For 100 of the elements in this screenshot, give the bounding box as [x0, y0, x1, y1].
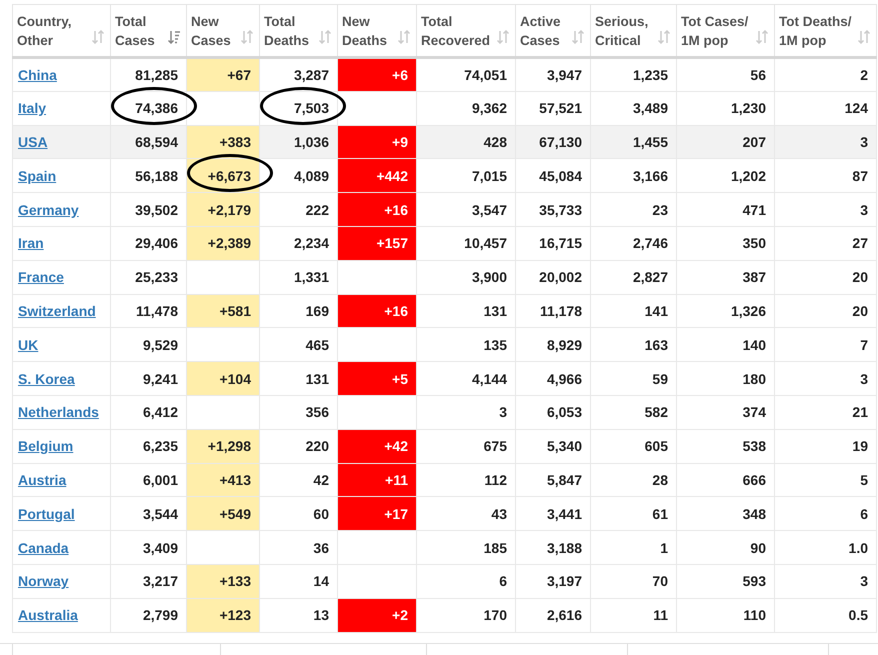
table-cell: 3,547 [416, 192, 516, 226]
country-link[interactable]: UK [18, 336, 38, 353]
country-link[interactable]: Switzerland [18, 302, 96, 319]
table-cell: 6 [774, 496, 876, 531]
sort-icon[interactable] [241, 30, 253, 44]
country-link[interactable]: Australia [18, 607, 78, 624]
table-cell: +2,179 [186, 192, 260, 226]
table-cell: 135 [416, 328, 516, 362]
country-link[interactable]: Netherlands [18, 404, 99, 420]
table-cell: 140 [676, 328, 774, 362]
table-cell: 10,457 [416, 226, 516, 260]
table-cell: 20,002 [516, 260, 590, 294]
table-cell: 3,188 [516, 530, 590, 564]
table-cell: +67 [186, 58, 260, 92]
table-cell: 3,441 [516, 496, 590, 531]
country-link[interactable]: Italy [18, 100, 46, 116]
table-cell: 3,197 [516, 564, 590, 598]
column-header[interactable]: Country, Other [12, 4, 110, 58]
table-cell: 3 [774, 125, 876, 159]
column-header[interactable]: Total Cases [110, 4, 186, 58]
table-cell: 5 [774, 463, 876, 497]
table-cell: 131 [416, 294, 516, 328]
column-header[interactable]: Active Cases [516, 4, 590, 58]
table-cell: 1 [590, 530, 676, 564]
column-header[interactable]: Tot Deaths/ 1M pop [774, 4, 876, 58]
table-cell: 350 [676, 226, 774, 260]
table-cell: 11 [590, 598, 676, 632]
sort-icon[interactable] [398, 30, 410, 44]
country-link[interactable]: Germany [18, 202, 79, 218]
table-cell: 68,594 [110, 125, 186, 159]
table-cell: 1,230 [676, 91, 774, 126]
table-cell: +2 [338, 598, 416, 632]
table-cell: 1,202 [676, 158, 774, 193]
table-cell: 16,715 [516, 226, 590, 260]
sort-icon[interactable] [319, 30, 331, 44]
table-cell: +442 [338, 158, 416, 193]
table-cell: 1,235 [590, 58, 676, 92]
table-cell: 471 [676, 192, 774, 226]
country-link[interactable]: Norway [18, 573, 69, 590]
sort-icon[interactable] [572, 30, 584, 44]
table-cell: 666 [676, 463, 774, 497]
table-cell: 4,144 [416, 362, 516, 396]
country-link[interactable]: S. Korea [18, 370, 75, 387]
sort-icon[interactable] [497, 30, 509, 44]
table-cell: 87 [774, 158, 876, 193]
country-link[interactable]: USA [18, 134, 48, 150]
sort-icon[interactable] [92, 30, 104, 44]
table-cell: 23 [590, 192, 676, 226]
column-header[interactable]: Tot Cases/ 1M pop [676, 4, 774, 58]
sort-icon[interactable] [658, 30, 670, 44]
country-link[interactable]: Canada [18, 540, 69, 556]
table-cell: 185 [416, 530, 516, 564]
table-cell: +9 [338, 125, 416, 159]
table-cell: 28 [590, 463, 676, 497]
table-cell: 1,455 [590, 125, 676, 159]
country-link[interactable]: Iran [18, 235, 44, 252]
table-cell: 3 [774, 564, 876, 598]
column-header[interactable]: Total Recovered [416, 4, 516, 58]
table-cell: 74,051 [416, 58, 516, 92]
table-cell: 2,746 [590, 226, 676, 260]
table-cell: 0.5 [774, 598, 876, 632]
table-cell: +2,389 [186, 226, 260, 260]
sort-icon[interactable] [168, 30, 180, 44]
table-cell: 3 [774, 192, 876, 226]
table-cell: 4,966 [516, 362, 590, 396]
table-cell: 59 [590, 362, 676, 396]
table-cell: 61 [590, 496, 676, 531]
table-cell: 9,362 [416, 91, 516, 126]
sort-icon[interactable] [858, 30, 870, 44]
table-cell: 19 [774, 429, 876, 464]
table-cell: 2 [774, 58, 876, 92]
country-link[interactable]: France [18, 269, 64, 286]
table-cell: 2,616 [516, 598, 590, 632]
table-cell: +42 [338, 429, 416, 464]
table-cell: 45,084 [516, 158, 590, 193]
table-cell: 5,340 [516, 429, 590, 464]
table-cell: 3,489 [590, 91, 676, 126]
country-link[interactable]: Portugal [18, 506, 75, 522]
table-cell: +157 [338, 226, 416, 260]
table-cell: 57,521 [516, 91, 590, 126]
table-cell: 36 [260, 530, 338, 564]
sort-icon[interactable] [756, 30, 768, 44]
country-link[interactable]: Austria [18, 472, 66, 488]
table-cell: +16 [338, 192, 416, 226]
country-link[interactable]: Belgium [18, 438, 74, 454]
table-cell: 1,331 [260, 260, 338, 294]
table-cell: 3,900 [416, 260, 516, 294]
table-cell: 3,409 [110, 530, 186, 564]
table-cell: 374 [676, 395, 774, 430]
column-header[interactable]: Serious, Critical [590, 4, 676, 58]
table-cell: 2,827 [590, 260, 676, 294]
country-link[interactable]: China [18, 66, 57, 83]
table-cell: 25,233 [110, 260, 186, 294]
country-link[interactable]: Spain [18, 168, 56, 184]
table-cell: 180 [676, 362, 774, 396]
table-cell: 1,326 [676, 294, 774, 328]
table-cell: 170 [416, 598, 516, 632]
column-header[interactable]: Total Deaths [260, 4, 338, 58]
table-cell: 163 [590, 328, 676, 362]
table-cell: 605 [590, 429, 676, 464]
